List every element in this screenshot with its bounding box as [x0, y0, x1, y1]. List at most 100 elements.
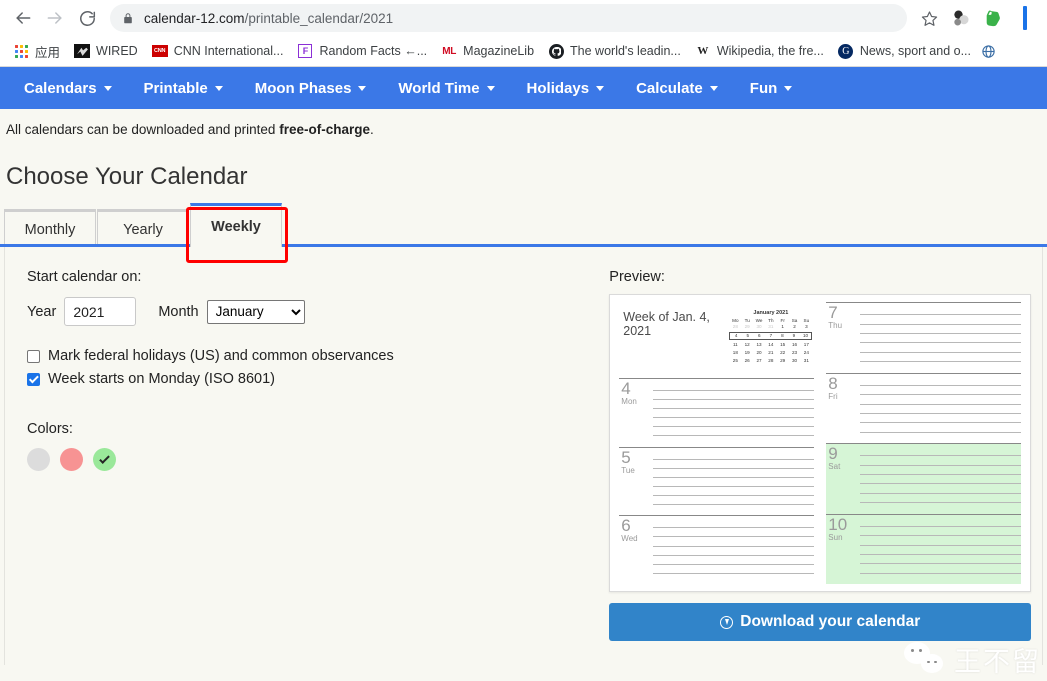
- year-input[interactable]: [64, 297, 137, 326]
- chevron-down-icon: [596, 85, 605, 91]
- day-number: 5: [621, 447, 631, 467]
- holidays-checkbox-row[interactable]: Mark federal holidays (US) and common ob…: [27, 348, 603, 364]
- writing-lines: [653, 516, 815, 584]
- day-number: 4: [621, 378, 631, 398]
- mini-calendar-week: 11 12 13 14 15 16 17: [729, 342, 812, 348]
- mini-day: 15: [780, 342, 786, 347]
- nav-item-calculate[interactable]: Calculate: [620, 67, 734, 109]
- globe-icon: [980, 43, 996, 59]
- mini-day: 29: [780, 358, 786, 363]
- day-of-week: Thu: [828, 321, 843, 330]
- day-of-week: Fri: [828, 391, 838, 401]
- calendar-options-panel: Start calendar on: Year Month January Ma…: [4, 247, 1043, 665]
- tab-monthly[interactable]: Monthly: [4, 209, 96, 247]
- tab-yearly[interactable]: Yearly: [97, 209, 189, 247]
- watermark-text: 王不留: [954, 647, 1041, 678]
- nav-item-world-time[interactable]: World Time: [382, 67, 510, 109]
- extension-molecule-icon[interactable]: [947, 4, 975, 32]
- wired-favicon: [74, 43, 91, 59]
- nav-item-calendars[interactable]: Calendars: [8, 67, 128, 109]
- site-navigation-bar: Calendars Printable Moon Phases World Ti…: [0, 67, 1047, 109]
- nav-item-printable[interactable]: Printable: [128, 67, 239, 109]
- preview-day-cell: 8 Fri: [826, 372, 1022, 444]
- nav-label: Fun: [749, 79, 778, 97]
- color-swatch-green[interactable]: [93, 448, 116, 471]
- mini-day: 29: [744, 324, 750, 329]
- bookmark-label: Wikipedia, the fre...: [716, 44, 824, 58]
- lock-icon: [122, 12, 134, 25]
- tab-weekly[interactable]: Weekly: [190, 203, 282, 247]
- chevron-down-icon: [486, 85, 495, 91]
- nav-item-holidays[interactable]: Holidays: [511, 67, 621, 109]
- mini-calendar-title: January 2021: [753, 310, 789, 316]
- bookmark-label: Random Facts ←...: [319, 44, 428, 58]
- bookmark-overflow[interactable]: [978, 39, 998, 63]
- preview-day-cell: 6 Wed: [619, 515, 815, 584]
- day-number: 10: [828, 514, 848, 534]
- evernote-extension-icon[interactable]: [979, 4, 1007, 32]
- bookmark-label: 应用: [35, 45, 61, 60]
- preview-day-cell-weekend: 10 Sun: [826, 513, 1022, 585]
- bookmark-cnn[interactable]: CNN CNN International...: [145, 39, 291, 63]
- mini-day: 19: [744, 350, 750, 355]
- bookmark-wired[interactable]: WIRED: [67, 39, 145, 63]
- start-calendar-label: Start calendar on:: [27, 269, 142, 285]
- cnn-favicon: CNN: [151, 43, 168, 59]
- forward-arrow-icon[interactable]: [40, 3, 70, 33]
- mini-day: 13: [756, 342, 762, 347]
- day-number: 8: [828, 373, 838, 393]
- chevron-down-icon: [709, 85, 718, 91]
- mini-day: 31: [803, 358, 809, 363]
- bookmark-label: The world's leadin...: [570, 44, 681, 58]
- mini-day: 30: [756, 324, 762, 329]
- weekly-calendar-preview: Week of Jan. 4, 2021 January 2021 Mo Tu …: [609, 294, 1032, 592]
- bookmark-apps[interactable]: 应用: [6, 39, 67, 63]
- notice-bold: free-of-charge: [279, 122, 370, 137]
- mini-day: 21: [768, 350, 774, 355]
- download-button[interactable]: Download your calendar: [609, 603, 1032, 641]
- bookmark-label: MagazineLib: [463, 44, 535, 58]
- day-number-box: 5 Tue: [619, 448, 653, 516]
- mini-day: 6: [758, 333, 761, 338]
- magazinelib-favicon: ML: [442, 45, 457, 57]
- month-select[interactable]: January: [206, 299, 305, 324]
- mini-calendar-week: 25 26 27 28 29 30 31: [729, 358, 812, 364]
- page-title: Choose Your Calendar: [6, 163, 248, 190]
- nav-item-fun[interactable]: Fun: [734, 67, 809, 109]
- bookmark-wikipedia[interactable]: W Wikipedia, the fre...: [688, 39, 831, 63]
- day-number-box: 7 Thu: [826, 303, 860, 373]
- holidays-checkbox[interactable]: [27, 349, 40, 363]
- nav-label: Calculate: [636, 79, 703, 97]
- week-of-label: Week of Jan. 4, 2021: [623, 310, 710, 338]
- bookmark-magazinelib[interactable]: ML MagazineLib: [434, 39, 541, 63]
- mini-day: 28: [732, 324, 738, 329]
- download-button-wrap: Download your calendar: [609, 603, 1032, 641]
- bookmark-star-icon[interactable]: [915, 4, 943, 32]
- mini-day: 4: [734, 333, 738, 338]
- monday-checkbox-row[interactable]: Week starts on Monday (ISO 8601): [27, 371, 603, 387]
- color-swatch-red[interactable]: [60, 448, 83, 471]
- mini-month-calendar: January 2021 Mo Tu We Th Fr Sa Su 28 29 …: [729, 310, 813, 364]
- writing-lines: [860, 515, 1022, 585]
- check-icon: [99, 452, 110, 464]
- color-swatch-gray[interactable]: [27, 448, 50, 471]
- monday-checkbox[interactable]: [27, 372, 40, 386]
- bookmark-random-facts[interactable]: F Random Facts ←...: [290, 39, 434, 63]
- reload-icon[interactable]: [72, 3, 102, 33]
- chevron-down-icon: [214, 85, 223, 91]
- address-bar[interactable]: calendar-12.com/printable_calendar/2021: [110, 4, 907, 32]
- nav-label: World Time: [398, 79, 480, 97]
- browser-toolbar: calendar-12.com/printable_calendar/2021: [0, 0, 1047, 36]
- mini-day: 25: [732, 358, 738, 363]
- profile-avatar[interactable]: [1011, 4, 1039, 32]
- mini-day: 31: [768, 324, 774, 329]
- bookmark-github[interactable]: The world's leadin...: [541, 39, 688, 63]
- mini-day: 2: [793, 324, 796, 329]
- day-number-box: 4 Mon: [619, 379, 653, 447]
- day-of-week: Wed: [621, 534, 638, 544]
- bookmark-guardian[interactable]: G News, sport and o...: [831, 39, 978, 63]
- mini-day: 14: [768, 342, 774, 347]
- nav-item-moon-phases[interactable]: Moon Phases: [239, 67, 383, 109]
- url-text: calendar-12.com/printable_calendar/2021: [144, 10, 394, 26]
- back-arrow-icon[interactable]: [8, 3, 38, 33]
